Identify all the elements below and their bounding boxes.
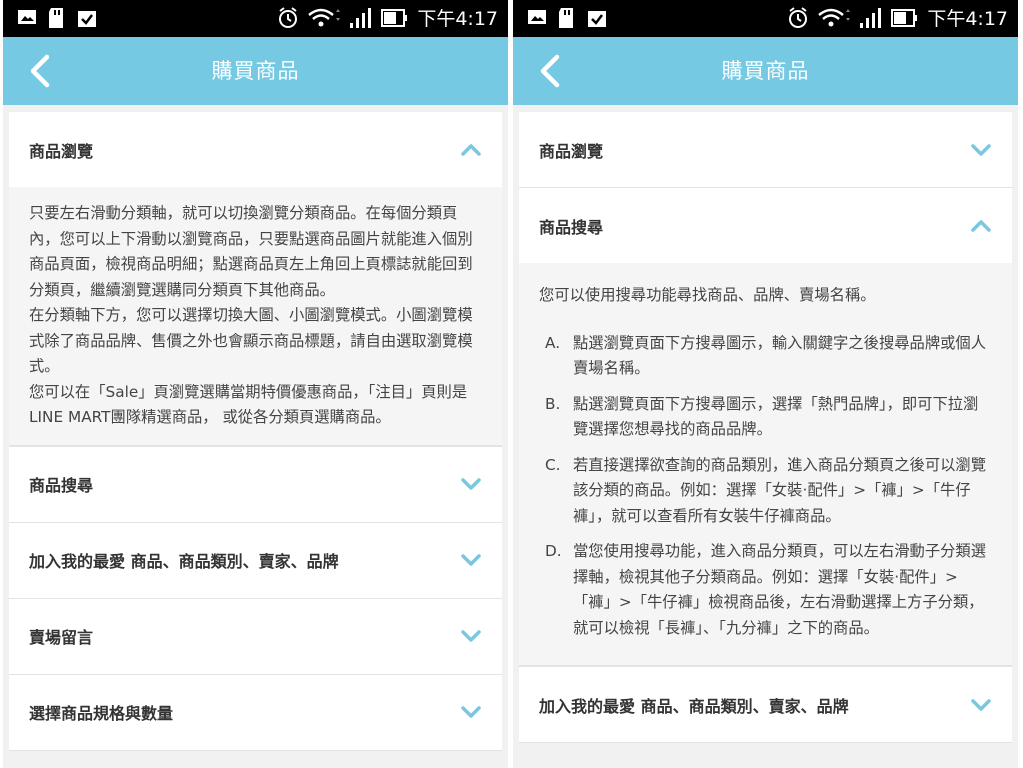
accordion-header-search[interactable]: 商品搜尋 <box>9 447 502 522</box>
chevron-down-icon[interactable] <box>460 477 482 491</box>
right-screen: 下午4:17 購買商品 商品瀏覽 商品搜尋 您可以使用搜尋功能尋找商品、品牌、賣… <box>513 0 1018 768</box>
accordion-header-comments[interactable]: 賣場留言 <box>9 599 502 674</box>
accordion-header-favorites[interactable]: 加入我的最愛 商品、商品類別、賣家、品牌 <box>9 523 502 598</box>
list-item: D. 當您使用搜尋功能，進入商品分類頁，可以左右滑動子分類選擇軸，檢視其他子分類商… <box>539 539 992 641</box>
list-item: A. 點選瀏覽頁面下方搜尋圖示，輸入關鍵字之後搜尋品牌或個人賣場名稱。 <box>539 331 992 382</box>
list-text: 點選瀏覽頁面下方搜尋圖示，輸入關鍵字之後搜尋品牌或個人賣場名稱。 <box>573 333 987 378</box>
gallery-icon <box>528 10 546 24</box>
app-header: 購買商品 <box>513 37 1018 105</box>
clipboard-check-icon <box>588 11 606 27</box>
chevron-up-icon[interactable] <box>970 219 992 233</box>
accordion-item: 賣場留言 <box>9 598 502 675</box>
chevron-down-icon[interactable] <box>460 553 482 567</box>
accordion-header-browse[interactable]: 商品瀏覽 <box>519 112 1012 187</box>
list-marker: D. <box>545 542 562 560</box>
accordion-item: 加入我的最愛 商品、商品類別、賣家、品牌 <box>9 522 502 599</box>
list-text: 點選瀏覽頁面下方搜尋圖示，選擇「熱門品牌」，即可下拉瀏覽選擇您想尋找的商品品牌。 <box>573 394 979 439</box>
body-paragraph: 在分類軸下方，您可以選擇切換大圖、小圖瀏覽模式。小圖瀏覽模式除了商品品牌、售價之… <box>29 306 473 375</box>
notification-icons <box>17 8 97 28</box>
list-marker: A. <box>545 333 561 352</box>
alarm-icon <box>789 6 808 28</box>
accordion-title: 商品搜尋 <box>29 476 94 495</box>
page-title: 購買商品 <box>211 59 300 83</box>
accordion-title: 賣場留言 <box>29 628 94 647</box>
accordion-item-search: 商品搜尋 您可以使用搜尋功能尋找商品、品牌、賣場名稱。 A. 點選瀏覽頁面下方搜尋… <box>519 188 1012 667</box>
wifi-icon <box>818 8 851 26</box>
signal-icon <box>860 7 882 28</box>
list-item: B. 點選瀏覽頁面下方搜尋圖示，選擇「熱門品牌」，即可下拉瀏覽選擇您想尋找的商品品… <box>539 392 992 443</box>
body-paragraph: 只要左右滑動分類軸，就可以切換瀏覽分類商品。在每個分類頁內，您可以上下滑動以瀏覽… <box>29 204 473 299</box>
chevron-up-icon[interactable] <box>460 143 482 157</box>
accordion-item: 選擇商品規格與數量 <box>9 674 502 751</box>
faq-list: 商品瀏覽 只要左右滑動分類軸，就可以切換瀏覽分類商品。在每個分類頁內，您可以上下… <box>9 112 502 768</box>
accordion-body-browse: 只要左右滑動分類軸，就可以切換瀏覽分類商品。在每個分類頁內，您可以上下滑動以瀏覽… <box>9 187 502 446</box>
clock: 下午4:17 <box>417 8 498 30</box>
accordion-item: 商品瀏覽 <box>519 112 1012 188</box>
list-item: C. 若直接選擇欲查詢的商品類別，進入商品分類頁之後可以瀏覽該分類的商品。例如：選… <box>539 453 992 530</box>
accordion-title: 加入我的最愛 商品、商品類別、賣家、品牌 <box>539 696 849 716</box>
accordion-title: 選擇商品規格與數量 <box>29 704 174 723</box>
accordion-header-browse[interactable]: 商品瀏覽 <box>9 112 502 187</box>
chevron-down-icon[interactable] <box>970 698 992 712</box>
chevron-down-icon[interactable] <box>460 629 482 643</box>
accordion-item: 加入我的最愛 商品、商品類別、賣家、品牌 <box>519 667 1012 743</box>
battery-icon <box>381 8 408 27</box>
faq-list: 商品瀏覽 商品搜尋 您可以使用搜尋功能尋找商品、品牌、賣場名稱。 A. 點選瀏覽頁… <box>519 112 1012 768</box>
battery-icon <box>891 8 918 27</box>
gallery-icon <box>18 10 36 24</box>
page-title: 購買商品 <box>721 59 810 83</box>
status-bar: 下午4:17 <box>513 0 1018 37</box>
accordion-item: 商品搜尋 <box>9 446 502 523</box>
accordion-header-favorites[interactable]: 加入我的最愛 商品、商品類別、賣家、品牌 <box>519 667 1012 742</box>
alarm-icon <box>279 6 298 28</box>
accordion-title: 商品搜尋 <box>539 217 604 237</box>
body-intro: 您可以使用搜尋功能尋找商品、品牌、賣場名稱。 <box>539 286 876 304</box>
list-text: 當您使用搜尋功能，進入商品分類頁，可以左右滑動子分類選擇軸，檢視其他子分類商品。… <box>573 542 987 637</box>
accordion-title: 商品瀏覽 <box>29 141 94 161</box>
status-bar: 下午4:17 <box>3 0 508 37</box>
accordion-title: 加入我的最愛 商品、商品類別、賣家、品牌 <box>29 552 339 571</box>
wifi-icon <box>308 8 341 26</box>
notification-icons <box>527 8 607 28</box>
body-paragraph: 您可以在「Sale」頁瀏覽選購當期特價優惠商品，「注目」頁則是LINE MART… <box>29 382 468 427</box>
chevron-down-icon[interactable] <box>460 705 482 719</box>
sd-card-icon <box>559 8 573 28</box>
accordion-header-spec[interactable]: 選擇商品規格與數量 <box>9 675 502 750</box>
app-header: 購買商品 <box>3 37 508 105</box>
signal-icon <box>350 7 372 28</box>
clipboard-check-icon <box>78 11 96 27</box>
sd-card-icon <box>49 8 63 28</box>
chevron-down-icon[interactable] <box>970 143 992 157</box>
accordion-title: 商品瀏覽 <box>539 141 604 161</box>
left-screen: 下午4:17 購買商品 商品瀏覽 只要左右滑動分類軸，就可以切換瀏覽分類商品。在… <box>3 0 508 768</box>
system-icons: 下午4:17 <box>277 4 498 31</box>
clock: 下午4:17 <box>927 8 1008 30</box>
list-marker: C. <box>545 455 561 474</box>
accordion-item-browse: 商品瀏覽 只要左右滑動分類軸，就可以切換瀏覽分類商品。在每個分類頁內，您可以上下… <box>9 112 502 447</box>
list-marker: B. <box>545 394 561 413</box>
list-text: 若直接選擇欲查詢的商品類別，進入商品分類頁之後可以瀏覽該分類的商品。例如：選擇「… <box>573 455 987 525</box>
accordion-body-search: 您可以使用搜尋功能尋找商品、品牌、賣場名稱。 A. 點選瀏覽頁面下方搜尋圖示，輸入… <box>519 263 1012 666</box>
instruction-list: A. 點選瀏覽頁面下方搜尋圖示，輸入關鍵字之後搜尋品牌或個人賣場名稱。 B. 點選瀏… <box>539 331 992 642</box>
system-icons: 下午4:17 <box>787 4 1008 31</box>
accordion-header-search[interactable]: 商品搜尋 <box>519 188 1012 263</box>
